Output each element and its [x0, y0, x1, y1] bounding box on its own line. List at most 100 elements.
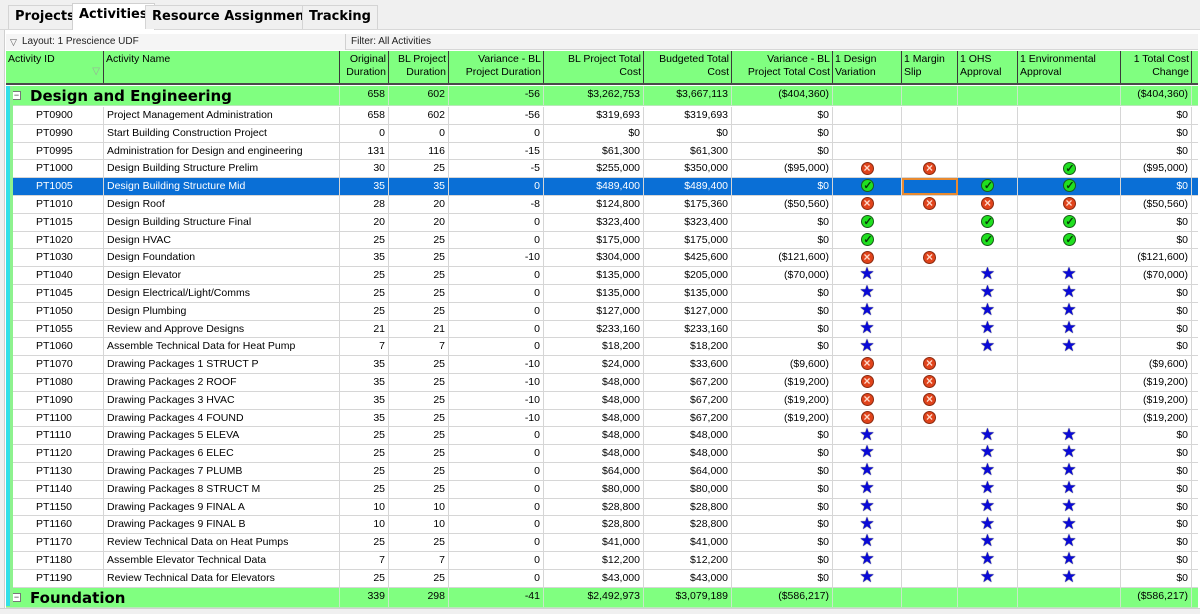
column-header-design-var[interactable]: 1 Design Variation — [833, 51, 902, 83]
cell-name[interactable]: Drawing Packages 9 FINAL A — [104, 498, 340, 516]
cell-var-dur[interactable]: -41 — [449, 587, 544, 607]
cell-id[interactable]: PT1070 — [6, 356, 104, 373]
cell-env[interactable] — [1018, 409, 1121, 427]
cell-bl-dur[interactable]: 25 — [389, 302, 449, 320]
table-row[interactable]: PT1130 Drawing Packages 7 PLUMB 25 25 0 $64,0… — [6, 463, 1198, 481]
column-header-margin-slip[interactable]: 1 Margin Slip — [902, 51, 958, 83]
cell-var-cost[interactable]: $0 — [732, 480, 833, 498]
cell-bud-cost[interactable]: $489,400 — [644, 178, 732, 195]
cell-bl-dur[interactable]: 25 — [389, 445, 449, 462]
cell-cost-change[interactable]: ($586,217) — [1121, 587, 1192, 607]
cell-design-var[interactable]: ★ — [833, 320, 902, 338]
cell-bud-cost[interactable]: $175,000 — [644, 231, 732, 249]
cell-ohs[interactable] — [958, 160, 1018, 178]
cell-var-dur[interactable]: -10 — [449, 374, 544, 391]
cell-cost-change[interactable]: ($50,560) — [1121, 196, 1192, 213]
cell-var-cost[interactable]: ($586,217) — [732, 587, 833, 607]
cell-design-var[interactable]: ★ — [833, 285, 902, 302]
cell-ohs[interactable] — [958, 107, 1018, 124]
cell-var-cost[interactable]: $0 — [732, 534, 833, 551]
cell-bl-dur[interactable]: 25 — [389, 160, 449, 178]
cell-name[interactable]: Drawing Packages 9 FINAL B — [104, 516, 340, 534]
cell-orig-dur[interactable]: 25 — [340, 445, 389, 462]
cell-cost-change[interactable]: $0 — [1121, 463, 1192, 480]
cell-name[interactable]: Design Foundation — [104, 249, 340, 267]
cell-bl-cost[interactable]: $0 — [544, 124, 644, 142]
cell-var-dur[interactable]: 0 — [449, 231, 544, 249]
cell-bud-cost[interactable]: $12,200 — [644, 552, 732, 569]
cell-bl-dur[interactable]: 25 — [389, 391, 449, 409]
cell-orig-dur[interactable]: 35 — [340, 391, 389, 409]
cell-name[interactable]: Design Roof — [104, 196, 340, 213]
cell-design-var[interactable] — [833, 231, 902, 249]
cell-var-dur[interactable]: -10 — [449, 409, 544, 427]
cell-var-cost[interactable]: $0 — [732, 445, 833, 462]
cell-bud-cost[interactable]: $3,667,113 — [644, 86, 732, 105]
cell-id[interactable]: PT1160 — [6, 516, 104, 534]
cell-name[interactable]: Design Electrical/Light/Comms — [104, 285, 340, 302]
cell-name[interactable]: Drawing Packages 3 HVAC — [104, 391, 340, 409]
table-row[interactable]: PT1000 Design Building Structure Prelim 30… — [6, 160, 1198, 179]
table-row[interactable]: PT1045 Design Electrical/Light/Comms 25 25 0… — [6, 285, 1198, 303]
cell-design-var[interactable]: ★ — [833, 498, 902, 516]
cell-orig-dur[interactable]: 35 — [340, 374, 389, 391]
cell-id[interactable]: PT1060 — [6, 338, 104, 356]
cell-var-dur[interactable]: -15 — [449, 142, 544, 160]
cell-bud-cost[interactable]: $18,200 — [644, 338, 732, 356]
cell-orig-dur[interactable]: 10 — [340, 516, 389, 534]
cell-design-var[interactable]: ★ — [833, 463, 902, 480]
cell-bl-dur[interactable]: 25 — [389, 285, 449, 302]
wbs-group-row[interactable]: − Design and Engineering 658 602 -56 $3,262,7… — [6, 86, 1198, 106]
cell-env[interactable] — [1018, 356, 1121, 373]
cell-env[interactable]: ★ — [1018, 267, 1121, 284]
cell-name[interactable]: Design Building Structure Mid — [104, 178, 340, 195]
cell-bud-cost[interactable]: $205,000 — [644, 267, 732, 284]
cell-bl-cost[interactable]: $28,800 — [544, 498, 644, 516]
cell-ohs[interactable]: ★ — [958, 285, 1018, 302]
cell-var-dur[interactable]: 0 — [449, 445, 544, 462]
cell-design-var[interactable] — [833, 249, 902, 267]
cell-bud-cost[interactable]: $425,600 — [644, 249, 732, 267]
cell-env[interactable] — [1018, 391, 1121, 409]
cell-margin-slip[interactable] — [902, 338, 958, 356]
cell-bl-cost[interactable]: $135,000 — [544, 267, 644, 284]
cell-var-cost[interactable]: $0 — [732, 302, 833, 320]
cell-margin-slip[interactable] — [902, 391, 958, 409]
cell-var-dur[interactable]: 0 — [449, 498, 544, 516]
cell-id[interactable]: PT1005 — [6, 178, 104, 195]
cell-bud-cost[interactable]: $67,200 — [644, 374, 732, 391]
cell-id[interactable]: PT1020 — [6, 231, 104, 249]
table-row[interactable]: PT0990 Start Building Construction Projec… — [6, 124, 1198, 143]
cell-orig-dur[interactable]: 25 — [340, 231, 389, 249]
cell-env[interactable] — [1018, 142, 1121, 160]
cell-margin-slip[interactable] — [902, 160, 958, 178]
column-header-bl-cost[interactable]: BL Project Total Cost — [544, 51, 644, 83]
table-row[interactable]: PT1030 Design Foundation 35 25 -10 $304,000 $4… — [6, 249, 1198, 268]
cell-var-dur[interactable]: -56 — [449, 107, 544, 124]
cell-ohs[interactable]: ★ — [958, 480, 1018, 498]
cell-design-var[interactable] — [833, 178, 902, 195]
cell-design-var[interactable]: ★ — [833, 569, 902, 587]
cell-design-var[interactable]: ★ — [833, 516, 902, 534]
cell-margin-slip[interactable] — [902, 320, 958, 338]
cell-id[interactable]: PT1050 — [6, 302, 104, 320]
cell-bud-cost[interactable]: $64,000 — [644, 463, 732, 480]
cell-bl-dur[interactable]: 0 — [389, 124, 449, 142]
table-row[interactable]: PT1070 Drawing Packages 1 STRUCT P 35 25 -10… — [6, 356, 1198, 374]
table-row[interactable]: PT1180 Assemble Elevator Technical Data 7 7… — [6, 552, 1198, 570]
cell-design-var[interactable]: ★ — [833, 302, 902, 320]
cell-orig-dur[interactable]: 7 — [340, 552, 389, 569]
cell-env[interactable] — [1018, 124, 1121, 142]
cell-bud-cost[interactable]: $319,693 — [644, 107, 732, 124]
cell-margin-slip[interactable] — [902, 142, 958, 160]
cell-ohs[interactable]: ★ — [958, 552, 1018, 569]
cell-orig-dur[interactable]: 25 — [340, 427, 389, 445]
cell-var-dur[interactable]: 0 — [449, 480, 544, 498]
cell-env[interactable]: ★ — [1018, 480, 1121, 498]
cell-id[interactable]: PT1120 — [6, 445, 104, 462]
cell-bl-cost[interactable]: $24,000 — [544, 356, 644, 373]
cell-ohs[interactable] — [958, 142, 1018, 160]
cell-orig-dur[interactable]: 10 — [340, 498, 389, 516]
cell-bl-cost[interactable]: $233,160 — [544, 320, 644, 338]
cell-id[interactable]: PT1140 — [6, 480, 104, 498]
